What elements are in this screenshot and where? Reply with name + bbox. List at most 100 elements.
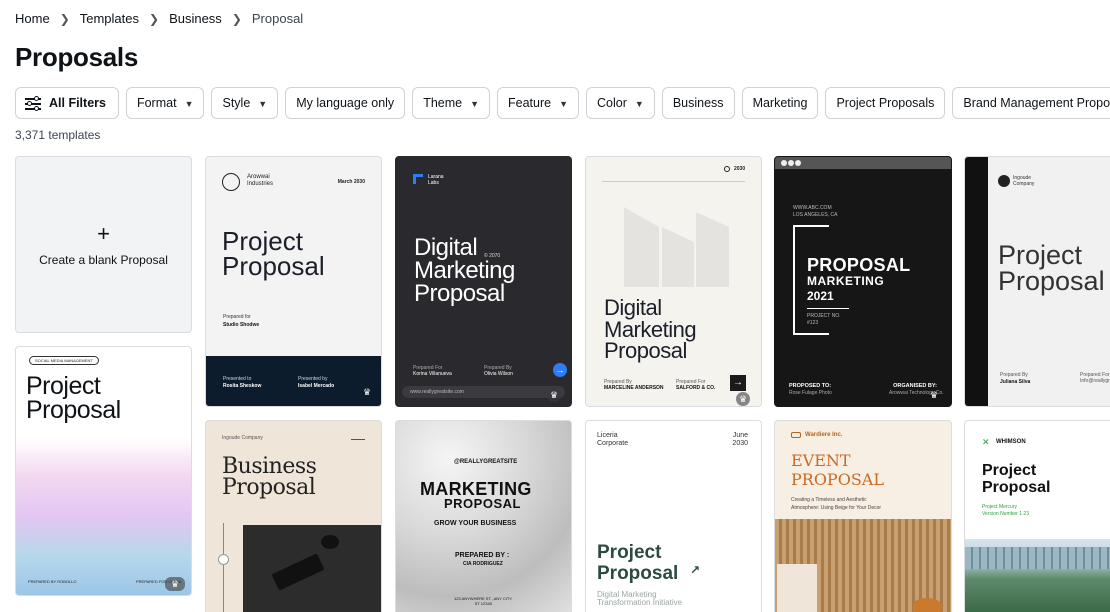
- template-card[interactable]: ✕ WHIMSON Project Proposal Project Mercu…: [964, 420, 1110, 612]
- template-frame: [823, 225, 829, 227]
- breadcrumb-business[interactable]: Business: [169, 11, 222, 26]
- arrow-right-icon[interactable]: →: [553, 363, 567, 377]
- template-count: 3,371 templates: [15, 128, 101, 142]
- logo-icon: ✕: [982, 437, 990, 447]
- template-card[interactable]: Arowwai Industries March 2030 Project Pr…: [205, 156, 382, 407]
- building-graphic: [965, 547, 1110, 569]
- business-chip[interactable]: Business: [661, 87, 735, 119]
- chevron-right-icon: ❯: [149, 11, 160, 26]
- theme-dropdown[interactable]: Theme ▼: [412, 87, 491, 119]
- template-brand: Ingoude Company: [1013, 175, 1035, 187]
- plant-graphic: [913, 598, 941, 612]
- project-proposals-chip[interactable]: Project Proposals: [825, 87, 946, 119]
- chevron-down-icon: ▼: [470, 99, 480, 109]
- template-card[interactable]: Ingoude Company Business Proposal: [205, 420, 382, 612]
- marketing-chip[interactable]: Marketing: [741, 87, 819, 119]
- template-slider-knob: [218, 554, 229, 565]
- template-footer-label: PREPARED BY ROBOLLO: [28, 579, 77, 584]
- template-divider: [602, 181, 745, 182]
- chevron-right-icon: ❯: [59, 11, 70, 26]
- logo-icon: [791, 432, 801, 438]
- template-subtitle: Creating a Timeless and Aesthetic Atmosp…: [791, 497, 882, 511]
- brand-management-label: Brand Management Proposals: [963, 96, 1110, 110]
- template-card[interactable]: Ingoude Company Project Proposal Prepare…: [964, 156, 1110, 407]
- template-brand: Liceria Corporate: [597, 432, 629, 447]
- all-filters-button[interactable]: All Filters: [15, 87, 119, 119]
- template-url: www.reallygreatsite.com: [410, 389, 464, 395]
- template-side-stripe: [965, 157, 988, 406]
- template-date: March 2030: [337, 179, 365, 185]
- next-page-button[interactable]: →: [730, 375, 746, 391]
- color-dropdown[interactable]: Color ▼: [586, 87, 655, 119]
- template-photo: [243, 525, 381, 612]
- template-footer-label: Presented by: [298, 376, 328, 382]
- template-title: EVENT PROPOSAL: [791, 451, 884, 490]
- template-graphic: [614, 197, 734, 287]
- template-title: Project Proposal: [982, 462, 1051, 496]
- template-prepared-label: PREPARED BY :: [455, 552, 510, 559]
- feature-label: Feature: [508, 96, 552, 110]
- template-card[interactable]: SOCIAL MEDIA MANAGEMENT Project Proposal…: [15, 346, 192, 596]
- template-subtitle: MARKETING: [807, 274, 885, 288]
- template-title: Business Proposal: [222, 454, 317, 500]
- arrow-right-icon: [351, 439, 365, 440]
- breadcrumb-home[interactable]: Home: [15, 11, 50, 26]
- template-name: CIA RODRIGUEZ: [463, 561, 503, 567]
- business-label: Business: [672, 96, 724, 110]
- breadcrumb-templates[interactable]: Templates: [80, 11, 139, 26]
- template-name: Juliana Silva: [1000, 379, 1031, 385]
- crown-icon: ♛: [929, 389, 939, 400]
- template-prepared-label: Prepared for: [223, 314, 251, 320]
- style-dropdown[interactable]: Style ▼: [211, 87, 279, 119]
- chevron-down-icon: ▼: [258, 99, 268, 109]
- template-footer-value: Korina Villanueva: [413, 371, 452, 377]
- template-client: Studio Shodwe: [223, 322, 260, 328]
- language-toggle[interactable]: My language only: [285, 87, 406, 119]
- template-title: Project Proposal: [998, 240, 1105, 296]
- keyboard-graphic: [271, 553, 325, 591]
- template-url-bar: www.reallygreatsite.com: [402, 386, 565, 398]
- template-footer-label: PROPOSED TO:: [789, 383, 832, 389]
- template-right-text: Prepared For Info@reallygreatsite.com: [1080, 372, 1110, 384]
- mug-graphic: [321, 535, 339, 549]
- template-year: 2030: [734, 166, 746, 172]
- template-footer: Presented to Rosita Sheskow Presented by…: [206, 356, 381, 406]
- template-card[interactable]: Wardiere Inc. EVENT PROPOSAL Creating a …: [774, 420, 952, 612]
- globe-icon: [222, 173, 240, 191]
- brand-management-chip[interactable]: Brand Management Proposals: [952, 87, 1110, 119]
- sliders-icon: [25, 96, 41, 111]
- format-label: Format: [136, 96, 177, 110]
- template-card[interactable]: WWW.ABC.COM LOS ANGELES, CA PROPOSAL MAR…: [774, 156, 952, 407]
- template-card[interactable]: @REALLYGREATSITE MARKETING PROPOSAL GROW…: [395, 420, 572, 612]
- template-photo: [775, 519, 951, 612]
- template-title: Project Proposal: [222, 226, 325, 281]
- template-site: @REALLYGREATSITE: [454, 459, 518, 465]
- arrow-up-right-icon: ↗: [690, 563, 701, 577]
- crown-icon: ♛: [547, 388, 561, 402]
- dot-icon: [781, 160, 787, 166]
- clock-icon: [724, 166, 730, 172]
- template-footer-value: MARCELINE ANDERSON: [604, 385, 664, 391]
- template-footer-value: Rose Fulage Photo: [789, 390, 832, 396]
- template-tagline: GROW YOUR BUSINESS: [434, 520, 517, 527]
- template-brand: Ingoude Company: [222, 435, 263, 441]
- project-proposals-label: Project Proposals: [836, 96, 935, 110]
- template-title: Digital Marketing Proposal: [604, 295, 697, 364]
- template-card[interactable]: 2030 Digital Marketing Proposal Prepared…: [585, 156, 762, 407]
- template-card[interactable]: Larana Labs Digital Marketing Proposal ©…: [395, 156, 572, 407]
- template-brand: Wardiere Inc.: [805, 432, 843, 438]
- template-card[interactable]: Liceria Corporate June 2030 Project Prop…: [585, 420, 762, 612]
- feature-dropdown[interactable]: Feature ▼: [497, 87, 580, 119]
- template-address: WWW.ABC.COM LOS ANGELES, CA: [793, 205, 838, 218]
- template-title: Digital Marketing Proposal: [414, 234, 515, 307]
- create-blank-button[interactable]: + Create a blank Proposal: [15, 156, 192, 333]
- breadcrumb-proposal: Proposal: [251, 11, 304, 26]
- template-slider-line: [223, 523, 224, 612]
- format-dropdown[interactable]: Format ▼: [125, 87, 205, 119]
- template-footer-value: Olivia Wilson: [484, 371, 513, 377]
- template-year: © 2070: [484, 253, 501, 259]
- template-year: 2021: [807, 289, 834, 303]
- crown-icon: ♛: [362, 386, 372, 397]
- template-title: PROPOSAL: [807, 255, 911, 275]
- chevron-down-icon: ▼: [559, 99, 569, 109]
